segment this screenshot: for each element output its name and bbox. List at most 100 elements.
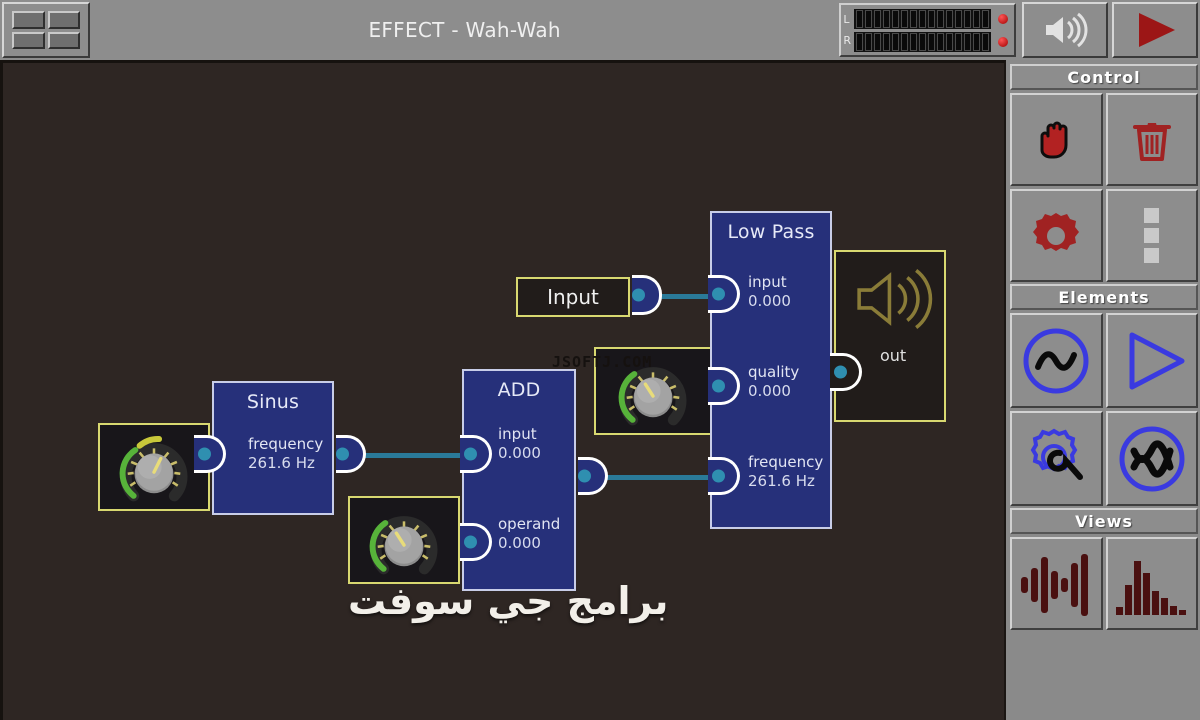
grid-cell	[47, 11, 80, 29]
title-bar: EFFECT - Wah-Wah L R	[0, 0, 1200, 60]
port-label-operand: operand	[498, 515, 561, 533]
tool-delete[interactable]	[1105, 93, 1198, 186]
tool-sidebar: Control Elements Views	[1008, 60, 1200, 720]
tool-settings[interactable]	[1010, 189, 1103, 282]
port-sinus-output[interactable]	[336, 435, 366, 473]
application-window: EFFECT - Wah-Wah L R Input Sinus frequen…	[0, 0, 1200, 720]
meter-segment	[973, 9, 980, 28]
port-lowpass-frequency[interactable]	[708, 457, 740, 495]
port-sinus-frequency-labels: frequency 261.6 Hz	[248, 435, 323, 473]
meter-segment	[865, 32, 872, 51]
meter-segment	[910, 9, 917, 28]
meter-segment	[982, 9, 989, 28]
knob-icon	[369, 516, 438, 575]
element-noise[interactable]	[1105, 411, 1198, 506]
meter-left-label: L	[843, 13, 850, 26]
grid-icon	[8, 7, 84, 53]
spectrum-icon	[1115, 560, 1186, 615]
patch-canvas[interactable]: Input Sinus frequency 261.6 Hz ADD input…	[0, 60, 1006, 720]
port-add-input-labels: input 0.000	[498, 425, 541, 463]
meter-segment	[892, 9, 899, 28]
port-label-frequency: frequency	[248, 435, 324, 453]
port-sinus-frequency[interactable]	[194, 435, 226, 473]
meter-segment	[883, 9, 890, 28]
element-oscillator[interactable]	[1010, 313, 1103, 408]
meter-segment	[937, 9, 944, 28]
port-lowpass-frequency-labels: frequency 261.6 Hz	[748, 453, 823, 491]
view-spectrum[interactable]	[1105, 537, 1198, 630]
meter-row-right	[854, 31, 1008, 52]
meter-segment	[919, 32, 926, 51]
dots-menu-icon	[1144, 208, 1160, 263]
meter-segment	[973, 32, 980, 51]
noise-icon	[1119, 426, 1185, 491]
meter-segment	[982, 32, 989, 51]
meter-segment	[946, 9, 953, 28]
meter-segment	[955, 32, 962, 51]
port-input-out[interactable]	[632, 275, 662, 315]
node-input[interactable]: Input	[516, 277, 630, 317]
speaker-icon	[1046, 12, 1088, 48]
speaker-icon	[857, 269, 933, 329]
trash-icon	[1132, 122, 1171, 161]
hand-cursor-icon	[1040, 121, 1068, 158]
port-value-frequency: 261.6 Hz	[248, 453, 315, 472]
meter-right-label: R	[843, 34, 851, 47]
grid-cell	[12, 31, 45, 49]
meter-segment	[901, 9, 908, 28]
section-header-control: Control	[1010, 64, 1198, 90]
element-amplifier[interactable]	[1105, 313, 1198, 408]
level-meter: L R	[839, 0, 1020, 60]
port-add-input[interactable]	[460, 435, 492, 473]
port-value-input: 0.000	[498, 443, 541, 462]
node-output[interactable]: out	[834, 250, 946, 422]
section-header-views: Views	[1010, 508, 1198, 534]
watermark-arabic: برامج جي سوفت	[348, 579, 669, 623]
port-lowpass-quality-labels: quality 0.000	[748, 363, 799, 401]
port-lowpass-input-labels: input 0.000	[748, 273, 791, 311]
port-add-output[interactable]	[578, 457, 608, 495]
meter-segment	[856, 9, 863, 28]
port-add-operand-labels: operand 0.000	[498, 515, 560, 553]
view-waveform[interactable]	[1010, 537, 1103, 630]
node-add-title: ADD	[497, 379, 541, 401]
play-icon	[1139, 13, 1175, 47]
port-add-operand[interactable]	[460, 523, 492, 561]
volume-button[interactable]	[1022, 2, 1108, 58]
play-button[interactable]	[1112, 2, 1198, 58]
gear-wrench-icon	[1030, 428, 1084, 480]
watermark-domain: JSOFTJ.COM	[552, 353, 653, 371]
meter-segment	[964, 9, 971, 28]
port-output-in[interactable]	[830, 353, 862, 391]
element-processor[interactable]	[1010, 411, 1103, 506]
window-title: EFFECT - Wah-Wah	[368, 18, 561, 42]
knob-panel-add-operand[interactable]	[348, 496, 460, 584]
meter-segment	[919, 9, 926, 28]
grid-view-button[interactable]	[2, 2, 90, 58]
node-sinus-title: Sinus	[246, 391, 300, 413]
clip-indicator-right	[998, 36, 1008, 47]
meter-segment	[928, 9, 935, 28]
meter-channel-labels: L R	[843, 9, 851, 51]
meter-segment	[856, 32, 863, 51]
waveform-icon	[1021, 553, 1089, 616]
meter-segment	[946, 32, 953, 51]
node-input-title: Input	[547, 285, 599, 309]
port-lowpass-input[interactable]	[708, 275, 740, 313]
section-tiles-control	[1010, 93, 1198, 282]
meter-segment	[865, 9, 872, 28]
meter-segment	[928, 32, 935, 51]
port-label-frequency: frequency	[748, 453, 824, 471]
port-value-operand: 0.000	[498, 533, 541, 552]
tool-select-move[interactable]	[1010, 93, 1103, 186]
meter-segment	[883, 32, 890, 51]
meter-segment	[901, 32, 908, 51]
node-sinus[interactable]: Sinus frequency 261.6 Hz	[212, 381, 334, 515]
tool-more-options[interactable]	[1105, 189, 1198, 282]
amplifier-triangle-icon	[1129, 332, 1185, 389]
meter-segment	[955, 9, 962, 28]
knob-icon	[119, 436, 188, 502]
port-lowpass-quality[interactable]	[708, 367, 740, 405]
port-value-input: 0.000	[748, 291, 791, 310]
section-tiles-views	[1010, 537, 1198, 630]
